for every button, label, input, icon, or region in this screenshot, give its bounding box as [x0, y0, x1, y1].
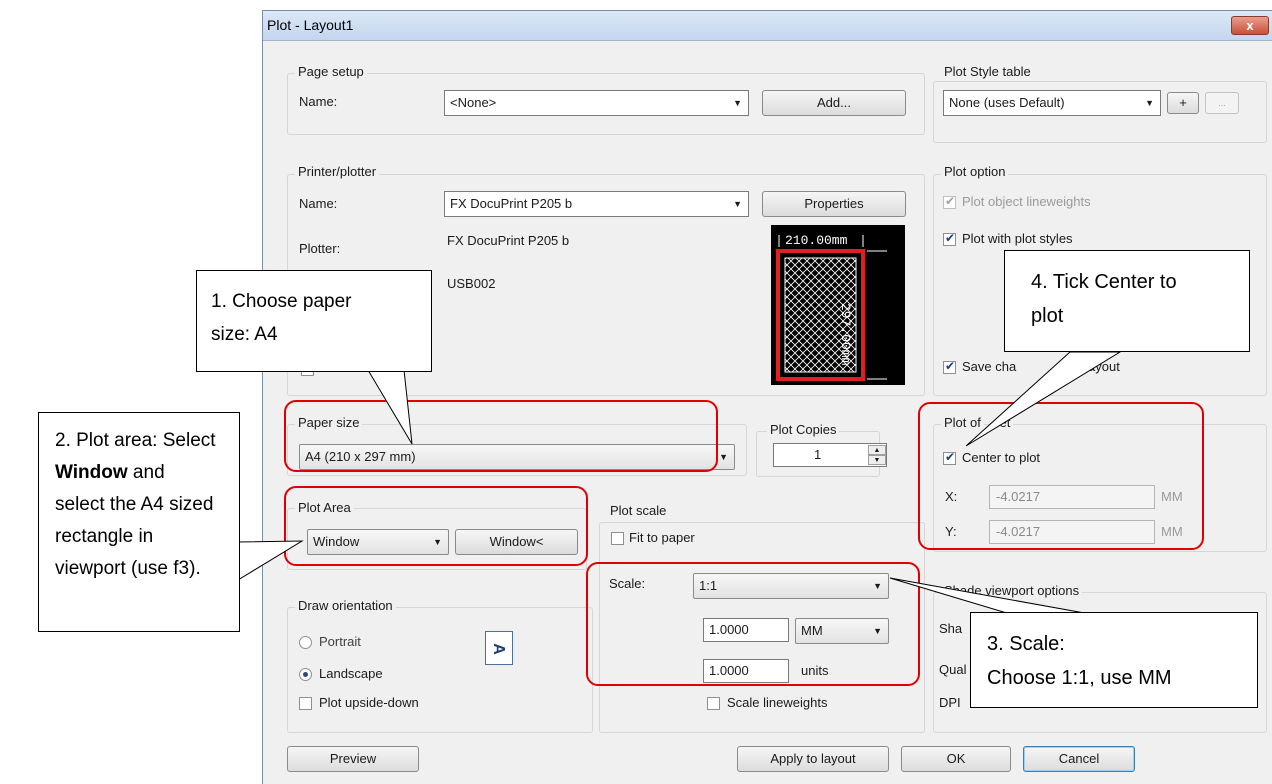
- callout4-line2: plot: [1031, 305, 1064, 327]
- callout2-line5: viewport (use f3).: [55, 558, 201, 579]
- callout2-pointer: [237, 540, 304, 581]
- callout2-line1: 2. Plot area: Select: [55, 430, 216, 451]
- callout3-pointer: [889, 577, 1091, 615]
- callout2-line2-rest: and: [127, 462, 165, 483]
- callout2-window-bold: Window: [55, 462, 128, 483]
- callout4-line1: 4. Tick Center to: [1031, 271, 1177, 293]
- callout2-line3: select the A4 sized: [55, 494, 214, 515]
- callout-plot-area: 2. Plot area: Select Window and select t…: [38, 412, 240, 632]
- callout-center-to-plot: 4. Tick Center to plot: [1004, 250, 1250, 352]
- callout4-pointer: [965, 351, 1122, 447]
- callout1-line1: 1. Choose paper: [211, 291, 352, 312]
- callout-paper-size: 1. Choose paper size: A4: [196, 270, 432, 372]
- callout3-line1: 3. Scale:: [987, 633, 1065, 655]
- callout2-line2: Window and: [55, 457, 239, 489]
- callout3-line2: Choose 1:1, use MM: [987, 667, 1172, 689]
- callout-scale: 3. Scale: Choose 1:1, use MM: [970, 612, 1258, 708]
- callout2-line4: rectangle in: [55, 526, 154, 547]
- callout1-pointer: [367, 369, 413, 445]
- callout1-line2: size: A4: [211, 324, 278, 345]
